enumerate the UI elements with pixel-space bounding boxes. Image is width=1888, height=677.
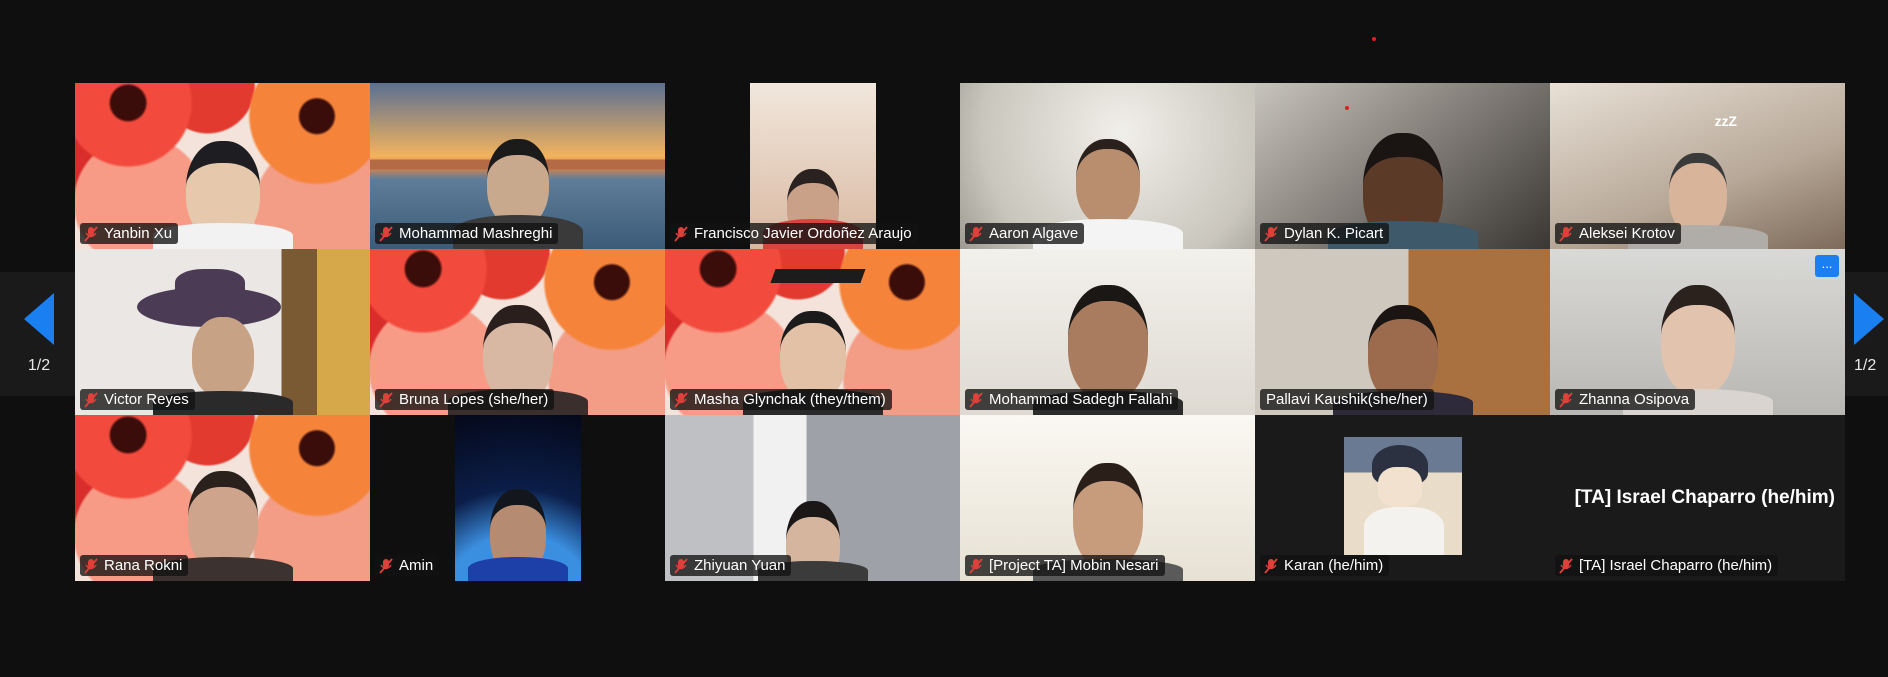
muted-microphone-icon xyxy=(84,391,98,408)
muted-microphone-icon xyxy=(1264,225,1278,242)
participant-tile[interactable]: Victor Reyes xyxy=(75,249,370,415)
participant-name-label: Victor Reyes xyxy=(80,389,195,410)
participant-name: Masha Glynchak (they/them) xyxy=(694,391,886,408)
participant-tile[interactable]: Amin xyxy=(370,415,665,581)
muted-microphone-icon xyxy=(84,557,98,574)
participant-name: Mohammad Sadegh Fallahi xyxy=(989,391,1173,408)
participant-name: Aaron Algave xyxy=(989,225,1079,242)
participant-tile[interactable]: Rana Rokni xyxy=(75,415,370,581)
participant-tile[interactable]: Zhiyuan Yuan xyxy=(665,415,960,581)
participant-name-label: Aaron Algave xyxy=(965,223,1085,244)
participant-name: [Project TA] Mobin Nesari xyxy=(989,557,1159,574)
participant-name: Yanbin Xu xyxy=(104,225,173,242)
participant-tile[interactable]: Yanbin Xu xyxy=(75,83,370,249)
muted-microphone-icon xyxy=(1559,557,1573,574)
recording-indicator xyxy=(1345,106,1349,110)
participant-name-label: Zhiyuan Yuan xyxy=(670,555,792,576)
muted-microphone-icon xyxy=(1559,225,1573,242)
participant-name: Dylan K. Picart xyxy=(1284,225,1384,242)
profile-picture xyxy=(1344,437,1462,555)
recording-indicator xyxy=(1372,37,1376,41)
participant-tile[interactable]: Bruna Lopes (she/her) xyxy=(370,249,665,415)
participant-tile[interactable]: Karan (he/him) xyxy=(1255,415,1550,581)
participant-name: Zhiyuan Yuan xyxy=(694,557,786,574)
participant-tile[interactable]: Dylan K. Picart xyxy=(1255,83,1550,249)
muted-microphone-icon xyxy=(379,557,393,574)
participant-name: Karan (he/him) xyxy=(1284,557,1384,574)
participant-name: Aleksei Krotov xyxy=(1579,225,1675,242)
graduation-cap xyxy=(770,269,866,283)
page-indicator-right: 1/2 xyxy=(1854,357,1877,374)
participant-name-label: Dylan K. Picart xyxy=(1260,223,1390,244)
muted-microphone-icon xyxy=(969,557,983,574)
participant-name-label: [Project TA] Mobin Nesari xyxy=(965,555,1165,576)
video-gallery-grid: Yanbin Xu Mohammad Mashreghi Francisco J… xyxy=(75,83,1845,581)
participant-name: [TA] Israel Chaparro (he/him) xyxy=(1579,557,1773,574)
participant-name: Victor Reyes xyxy=(104,391,189,408)
previous-page-button[interactable]: 1/2 xyxy=(0,272,78,396)
participant-name-label: Rana Rokni xyxy=(80,555,189,576)
participant-tile[interactable]: Mohammad Mashreghi xyxy=(370,83,665,249)
participant-name: Mohammad Mashreghi xyxy=(399,225,553,242)
muted-microphone-icon xyxy=(674,225,688,242)
participant-name: Rana Rokni xyxy=(104,557,183,574)
participant-tile[interactable]: Masha Glynchak (they/them) xyxy=(665,249,960,415)
muted-microphone-icon xyxy=(84,225,98,242)
participant-name: Francisco Javier Ordoñez Araujo xyxy=(694,225,912,242)
participant-display-name: [TA] Israel Chaparro (he/him) xyxy=(1574,487,1835,508)
participant-name-label: Mohammad Sadegh Fallahi xyxy=(965,389,1179,410)
participant-name-label: Bruna Lopes (she/her) xyxy=(375,389,555,410)
next-page-button[interactable]: 1/2 xyxy=(1844,272,1888,396)
participant-name-label: Masha Glynchak (they/them) xyxy=(670,389,892,410)
participant-tile-active-speaker[interactable]: Pallavi Kaushik(she/her) xyxy=(1255,249,1550,415)
participant-name-label: Francisco Javier Ordoñez Araujo xyxy=(670,223,918,244)
participant-tile[interactable]: ... Zhanna Osipova xyxy=(1550,249,1845,415)
muted-microphone-icon xyxy=(674,391,688,408)
participant-name-label: Yanbin Xu xyxy=(80,223,179,244)
participant-name-label: Karan (he/him) xyxy=(1260,555,1390,576)
participant-name: Zhanna Osipova xyxy=(1579,391,1690,408)
participant-name-label: Zhanna Osipova xyxy=(1555,389,1696,410)
participant-name: Pallavi Kaushik(she/her) xyxy=(1266,391,1428,408)
page-indicator-left: 1/2 xyxy=(27,357,51,374)
participant-tile[interactable]: z z Z Aleksei Krotov xyxy=(1550,83,1845,249)
participant-name-label: Amin xyxy=(375,555,440,576)
participant-tile[interactable]: Mohammad Sadegh Fallahi xyxy=(960,249,1255,415)
next-page-arrow-icon xyxy=(1854,293,1884,345)
more-options-button[interactable]: ... xyxy=(1815,255,1839,277)
muted-microphone-icon xyxy=(1559,391,1573,408)
participant-name: Amin xyxy=(399,557,434,574)
muted-microphone-icon xyxy=(1264,557,1278,574)
participant-name-label: Aleksei Krotov xyxy=(1555,223,1681,244)
participant-name: Bruna Lopes (she/her) xyxy=(399,391,549,408)
participant-tile[interactable]: [Project TA] Mobin Nesari xyxy=(960,415,1255,581)
participant-tile[interactable]: Francisco Javier Ordoñez Araujo xyxy=(665,83,960,249)
muted-microphone-icon xyxy=(969,391,983,408)
participant-tile-video-off[interactable]: [TA] Israel Chaparro (he/him) [TA] Israe… xyxy=(1550,415,1845,581)
participant-video xyxy=(455,415,581,581)
muted-microphone-icon xyxy=(674,557,688,574)
participant-name-label: [TA] Israel Chaparro (he/him) xyxy=(1555,555,1779,576)
muted-microphone-icon xyxy=(379,391,393,408)
muted-microphone-icon xyxy=(969,225,983,242)
participant-tile[interactable]: Aaron Algave xyxy=(960,83,1255,249)
muted-microphone-icon xyxy=(379,225,393,242)
previous-page-arrow-icon xyxy=(24,293,54,345)
participant-name-label: Mohammad Mashreghi xyxy=(375,223,559,244)
more-options-icon: ... xyxy=(1821,256,1833,271)
participant-name-label: Pallavi Kaushik(she/her) xyxy=(1260,389,1434,410)
